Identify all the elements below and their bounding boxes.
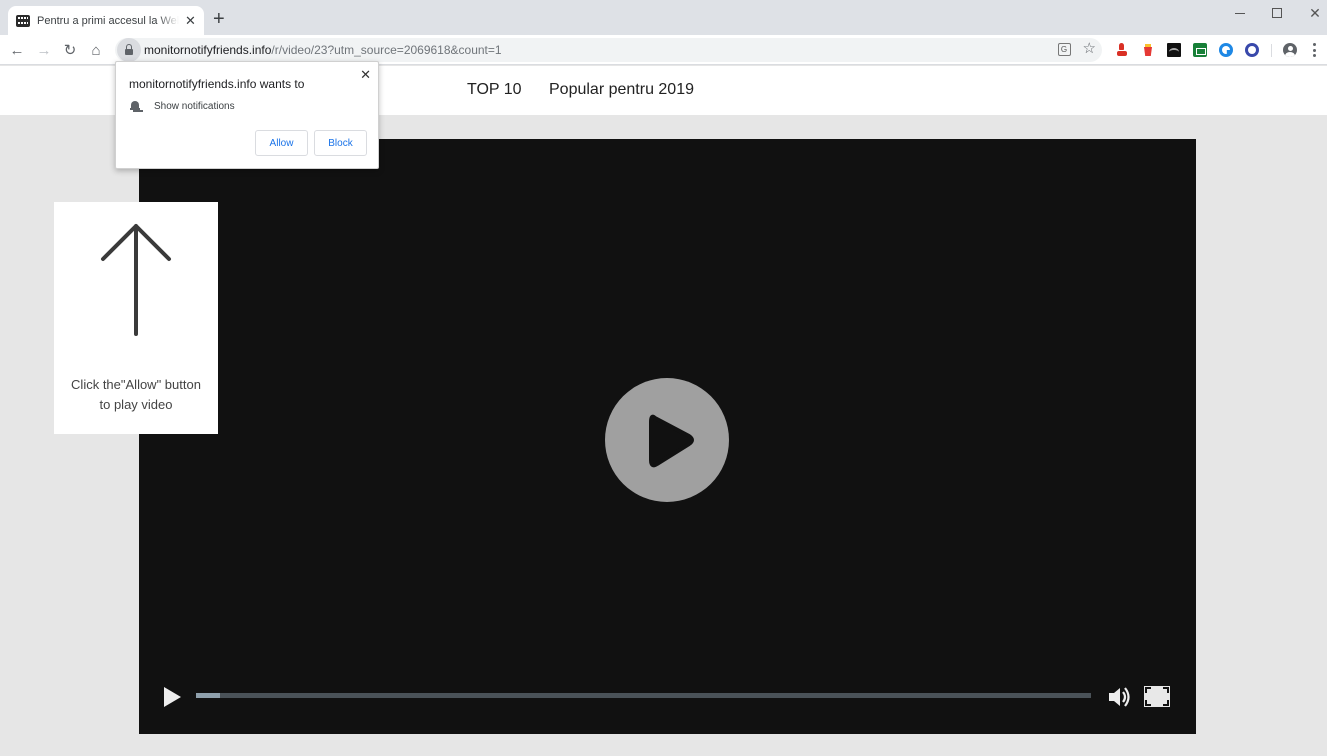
forward-button[interactable]: →: [34, 40, 54, 60]
reload-button[interactable]: ↻: [60, 40, 80, 60]
home-button[interactable]: ⌂: [86, 40, 106, 60]
allow-hint-box: Click the"Allow" button to play video: [54, 202, 218, 434]
popup-title: monitornotifyfriends.info wants to: [129, 77, 305, 91]
blue-headset-extension-icon[interactable]: [1219, 43, 1233, 57]
fullscreen-icon[interactable]: [1144, 686, 1170, 707]
lock-icon: [125, 43, 133, 55]
dark-face-extension-icon[interactable]: [1167, 43, 1181, 57]
hint-line-2: to play video: [99, 397, 173, 412]
address-bar[interactable]: monitornotifyfriends.info/r/video/23?utm…: [115, 38, 1102, 62]
control-play-icon[interactable]: [163, 686, 183, 708]
minimize-button[interactable]: [1220, 0, 1260, 26]
popcorn-extension-icon[interactable]: [1141, 43, 1155, 57]
browser-tab[interactable]: Pentru a primi accesul la Web-site ✕: [8, 6, 204, 35]
nav-link-top10[interactable]: TOP 10: [467, 81, 522, 99]
maximize-icon: [1272, 8, 1282, 18]
red-figure-extension-icon[interactable]: [1115, 43, 1129, 57]
popup-close-icon[interactable]: ✕: [360, 67, 371, 83]
video-player[interactable]: [139, 139, 1196, 734]
bookmark-star-icon[interactable]: ☆: [1083, 41, 1096, 57]
hint-line-1: Click the"Allow" button: [71, 377, 201, 392]
volume-icon[interactable]: [1107, 685, 1133, 709]
site-favicon-icon: [16, 14, 30, 27]
permission-label: Show notifications: [154, 100, 235, 112]
block-button[interactable]: Block: [314, 130, 367, 156]
url-text[interactable]: monitornotifyfriends.info/r/video/23?utm…: [144, 43, 502, 57]
allow-button[interactable]: Allow: [255, 130, 308, 156]
profile-icon[interactable]: [1283, 43, 1297, 57]
page: Fierbinte TOP 10 Popular pentru 2019: [0, 66, 1327, 756]
progress-fill: [196, 693, 221, 698]
arrow-up-icon: [101, 224, 171, 336]
notification-permission-popup: ✕ monitornotifyfriends.info wants to Sho…: [115, 61, 379, 169]
new-tab-button[interactable]: +: [213, 9, 225, 29]
back-button[interactable]: ←: [7, 40, 27, 60]
tab-close-icon[interactable]: ✕: [185, 13, 196, 29]
hint-text: Click the"Allow" button to play video: [54, 375, 218, 415]
tab-title: Pentru a primi accesul la Web-site: [37, 14, 179, 27]
minimize-icon: [1235, 12, 1245, 14]
translate-icon[interactable]: G: [1057, 42, 1071, 56]
bell-icon: [130, 100, 140, 112]
play-icon: [649, 414, 694, 468]
maximize-button[interactable]: [1257, 0, 1297, 26]
nav-link-popular-2019[interactable]: Popular pentru 2019: [549, 81, 694, 99]
url-host: monitornotifyfriends.info: [144, 43, 272, 57]
big-play-button[interactable]: [605, 378, 729, 502]
toolbar-divider: [1271, 44, 1272, 57]
blue-circle-extension-icon[interactable]: [1245, 43, 1259, 57]
browser-menu-icon[interactable]: [1312, 43, 1316, 57]
url-path: /r/video/23?utm_source=2069618&count=1: [271, 43, 502, 57]
green-tv-extension-icon[interactable]: [1193, 43, 1207, 57]
site-info-button[interactable]: [117, 38, 141, 62]
close-window-button[interactable]: ✕: [1295, 0, 1327, 26]
tab-strip: Pentru a primi accesul la Web-site ✕ + ✕: [0, 0, 1327, 35]
progress-bar[interactable]: [196, 693, 1091, 698]
permission-row: Show notifications: [130, 100, 235, 112]
